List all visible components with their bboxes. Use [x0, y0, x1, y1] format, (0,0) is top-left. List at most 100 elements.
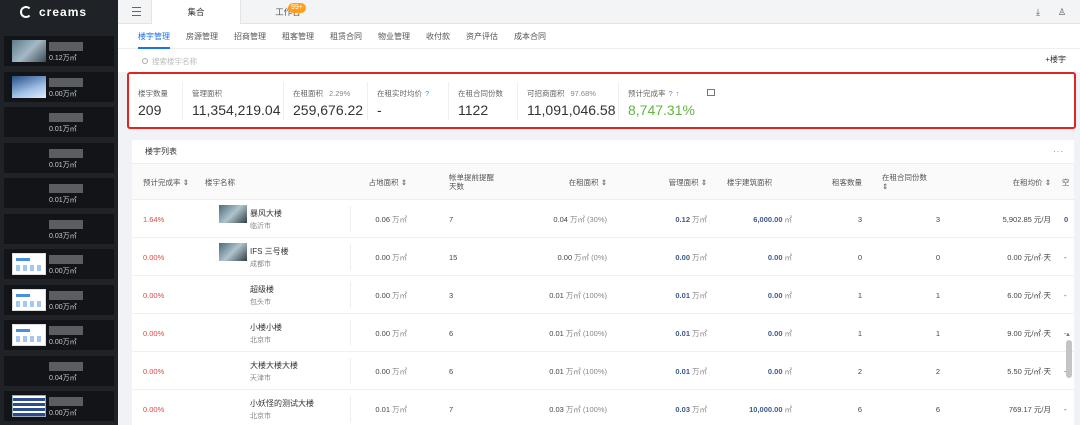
building-name[interactable]: 小楼小楼	[250, 322, 282, 333]
subnav-item[interactable]: 资产评估	[466, 24, 498, 49]
table-row[interactable]: 0.00% 小妖怪的测试大楼 北京市 0.01 万㎡ 7 0.03 万㎡ (100%) 0.03 万…	[132, 390, 1074, 425]
subnav-item[interactable]: 成本合同	[514, 24, 546, 49]
stat-label-text: 在租实时均价	[377, 89, 422, 98]
land-area-value: 0.00	[375, 290, 390, 300]
column-header[interactable]: 帐单提前提醒 天数	[449, 164, 509, 200]
building-search-input[interactable]: 搜索楼宇名称	[142, 55, 1022, 67]
tab-workbench[interactable]: 工作台	[258, 0, 318, 24]
vacancy-value: -	[1064, 252, 1067, 262]
rent-area-value: 0.01	[549, 328, 564, 338]
building-city: 北京市	[250, 337, 271, 344]
table-row[interactable]: 0.00% 小楼小楼 北京市 0.00 万㎡ 6 0.01 万㎡ (100%) 0.01 万㎡ 0.0…	[132, 314, 1074, 352]
main-content: 楼宇管理 房源管理 招商管理 租客管理 租赁合同 物业管理 收付款 资产评估 成本合同 搜索楼宇…	[118, 24, 1080, 425]
stat-label: 在租面积 2.29%	[293, 88, 350, 99]
subnav-item[interactable]: 租赁合同	[330, 24, 362, 49]
building-name[interactable]: 大楼大楼大楼	[250, 360, 298, 371]
scroll-up-icon[interactable]: ▲	[1065, 332, 1071, 338]
column-header[interactable]: 占地面积 ⇕	[312, 164, 407, 200]
sidebar-building-item[interactable]: 0.00万㎡	[4, 249, 114, 279]
subnav-item[interactable]: 房源管理	[186, 24, 218, 49]
help-icon[interactable]: ?	[669, 89, 673, 98]
column-header[interactable]: 楼宇名称	[205, 164, 265, 200]
sidebar-building-item[interactable]: 0.00万㎡	[4, 71, 114, 102]
building-name[interactable]: 暴风大楼	[250, 208, 282, 219]
unit-label: 万㎡	[692, 290, 707, 300]
rent-area-percent: (30%)	[586, 214, 607, 224]
column-header[interactable]: 空	[1062, 164, 1074, 200]
column-header[interactable]: 在租合同份数 ⇕	[882, 164, 942, 200]
stat-value: 11,354,219.04	[192, 102, 281, 118]
manage-area: 0.01 万㎡	[612, 314, 707, 352]
user-icon[interactable]: ♙	[1058, 7, 1066, 18]
building-city: 临沂市	[250, 223, 271, 230]
unit-label: 万㎡	[692, 404, 707, 414]
avg-price: 9.00 元/㎡·天	[1007, 328, 1051, 338]
stat-block: 在租面积 2.29% 259,676.22	[284, 82, 368, 120]
rent-area: 0.03 万㎡ (100%)	[512, 390, 607, 425]
tenant-count: 1	[857, 328, 862, 338]
unit-label: 万㎡	[392, 328, 407, 338]
sidebar-building-item[interactable]: 0.04万㎡	[4, 355, 114, 386]
search-row: 搜索楼宇名称 +楼宇	[118, 49, 1080, 72]
building-area-value: 0.00	[767, 366, 783, 376]
unit-label: 万㎡	[565, 404, 581, 414]
subnav-item[interactable]: 物业管理	[378, 24, 410, 49]
column-header[interactable]: 租客数量	[802, 164, 862, 200]
rent-area-percent: (100%)	[582, 404, 607, 414]
sidebar-building-item[interactable]: 0.01万㎡	[4, 142, 114, 173]
column-header[interactable]: 在租面积 ⇕	[512, 164, 607, 200]
column-header[interactable]: 预计完成率 ⇕	[143, 164, 213, 200]
table-row[interactable]: 0.00% 超级楼 包头市 0.00 万㎡ 3 0.01 万㎡ (100%) 0.01 万㎡ 0.00…	[132, 276, 1074, 314]
land-area-value: 0.00	[375, 252, 390, 262]
help-icon[interactable]: ?	[425, 89, 429, 98]
subnav-item[interactable]: 收付款	[426, 24, 450, 49]
vertical-scrollbar[interactable]	[1066, 340, 1072, 378]
building-area-value: 6,000.00	[753, 214, 783, 224]
stat-percent: 2.29%	[329, 89, 351, 98]
unit-label: 万㎡	[392, 252, 407, 262]
building-name[interactable]: 超级楼	[250, 284, 274, 295]
manage-area-value: 0.01	[675, 366, 690, 376]
subnav-item[interactable]: 招商管理	[234, 24, 266, 49]
building-name[interactable]: IFS 三号楼	[250, 246, 289, 257]
land-area: 0.00 万㎡	[312, 238, 407, 276]
creams-logo-icon	[20, 6, 32, 18]
completion-rate: 0.00%	[143, 366, 165, 376]
column-header[interactable]: 楼宇建筑面积	[727, 164, 787, 200]
sidebar: creams 0.12万㎡ 0.00万㎡ 0.01万㎡ 0.01万㎡ 0.01万㎡ 0.0…	[0, 0, 118, 425]
column-header[interactable]: 在租均价 ⇕	[952, 164, 1051, 200]
subnav-item[interactable]: 租客管理	[282, 24, 314, 49]
sidebar-building-item[interactable]: 0.00万㎡	[4, 391, 114, 421]
calendar-icon[interactable]	[707, 89, 715, 96]
unit-label: ㎡	[784, 252, 793, 262]
add-building-button[interactable]: +楼宇	[1045, 54, 1066, 65]
table-row[interactable]: 0.00% IFS 三号楼 成都市 0.00 万㎡ 15 0.00 万㎡ (0%) 0.00 万㎡ 0…	[132, 238, 1074, 276]
column-header[interactable]: 管理面积 ⇕	[612, 164, 707, 200]
building-name[interactable]: 小妖怪的测试大楼	[250, 398, 314, 409]
blurred-building-name	[49, 326, 83, 335]
completion-rate: 1.64%	[143, 214, 165, 224]
sidebar-building-item[interactable]: 0.12万㎡	[4, 36, 114, 66]
app-logo[interactable]: creams	[0, 0, 118, 24]
completion-rate: 0.00%	[143, 290, 165, 300]
table-row[interactable]: 1.64% 暴风大楼 临沂市 0.06 万㎡ 7 0.04 万㎡ (30%) 0.12 万㎡ 6,00…	[132, 200, 1074, 238]
building-area-value: 0.03万㎡	[49, 232, 77, 240]
building-area: 0.00 ㎡	[712, 352, 792, 390]
sidebar-building-item[interactable]: 0.01万㎡	[4, 178, 114, 208]
contract-count: 3	[935, 214, 940, 224]
sidebar-building-item[interactable]: 0.01万㎡	[4, 107, 114, 137]
menu-icon[interactable]	[132, 7, 141, 16]
stat-label: 管理面积	[192, 88, 222, 99]
sidebar-building-item[interactable]: 0.00万㎡	[4, 320, 114, 350]
more-options-icon[interactable]: ···	[1053, 140, 1064, 164]
tab-collection[interactable]: 集合	[151, 0, 241, 24]
stat-label: 在租合同份数	[458, 88, 503, 99]
rent-area-percent: (100%)	[582, 290, 607, 300]
rent-area-value: 0.03	[549, 404, 564, 414]
sidebar-building-item[interactable]: 0.03万㎡	[4, 213, 114, 244]
manage-area: 0.01 万㎡	[612, 352, 707, 390]
table-row[interactable]: 0.00% 大楼大楼大楼 天津市 0.00 万㎡ 6 0.01 万㎡ (100%) 0.01 万㎡ 0…	[132, 352, 1074, 390]
subnav-item[interactable]: 楼宇管理	[138, 24, 170, 49]
sidebar-building-item[interactable]: 0.00万㎡	[4, 284, 114, 315]
download-icon[interactable]: ⤓	[1036, 7, 1040, 18]
